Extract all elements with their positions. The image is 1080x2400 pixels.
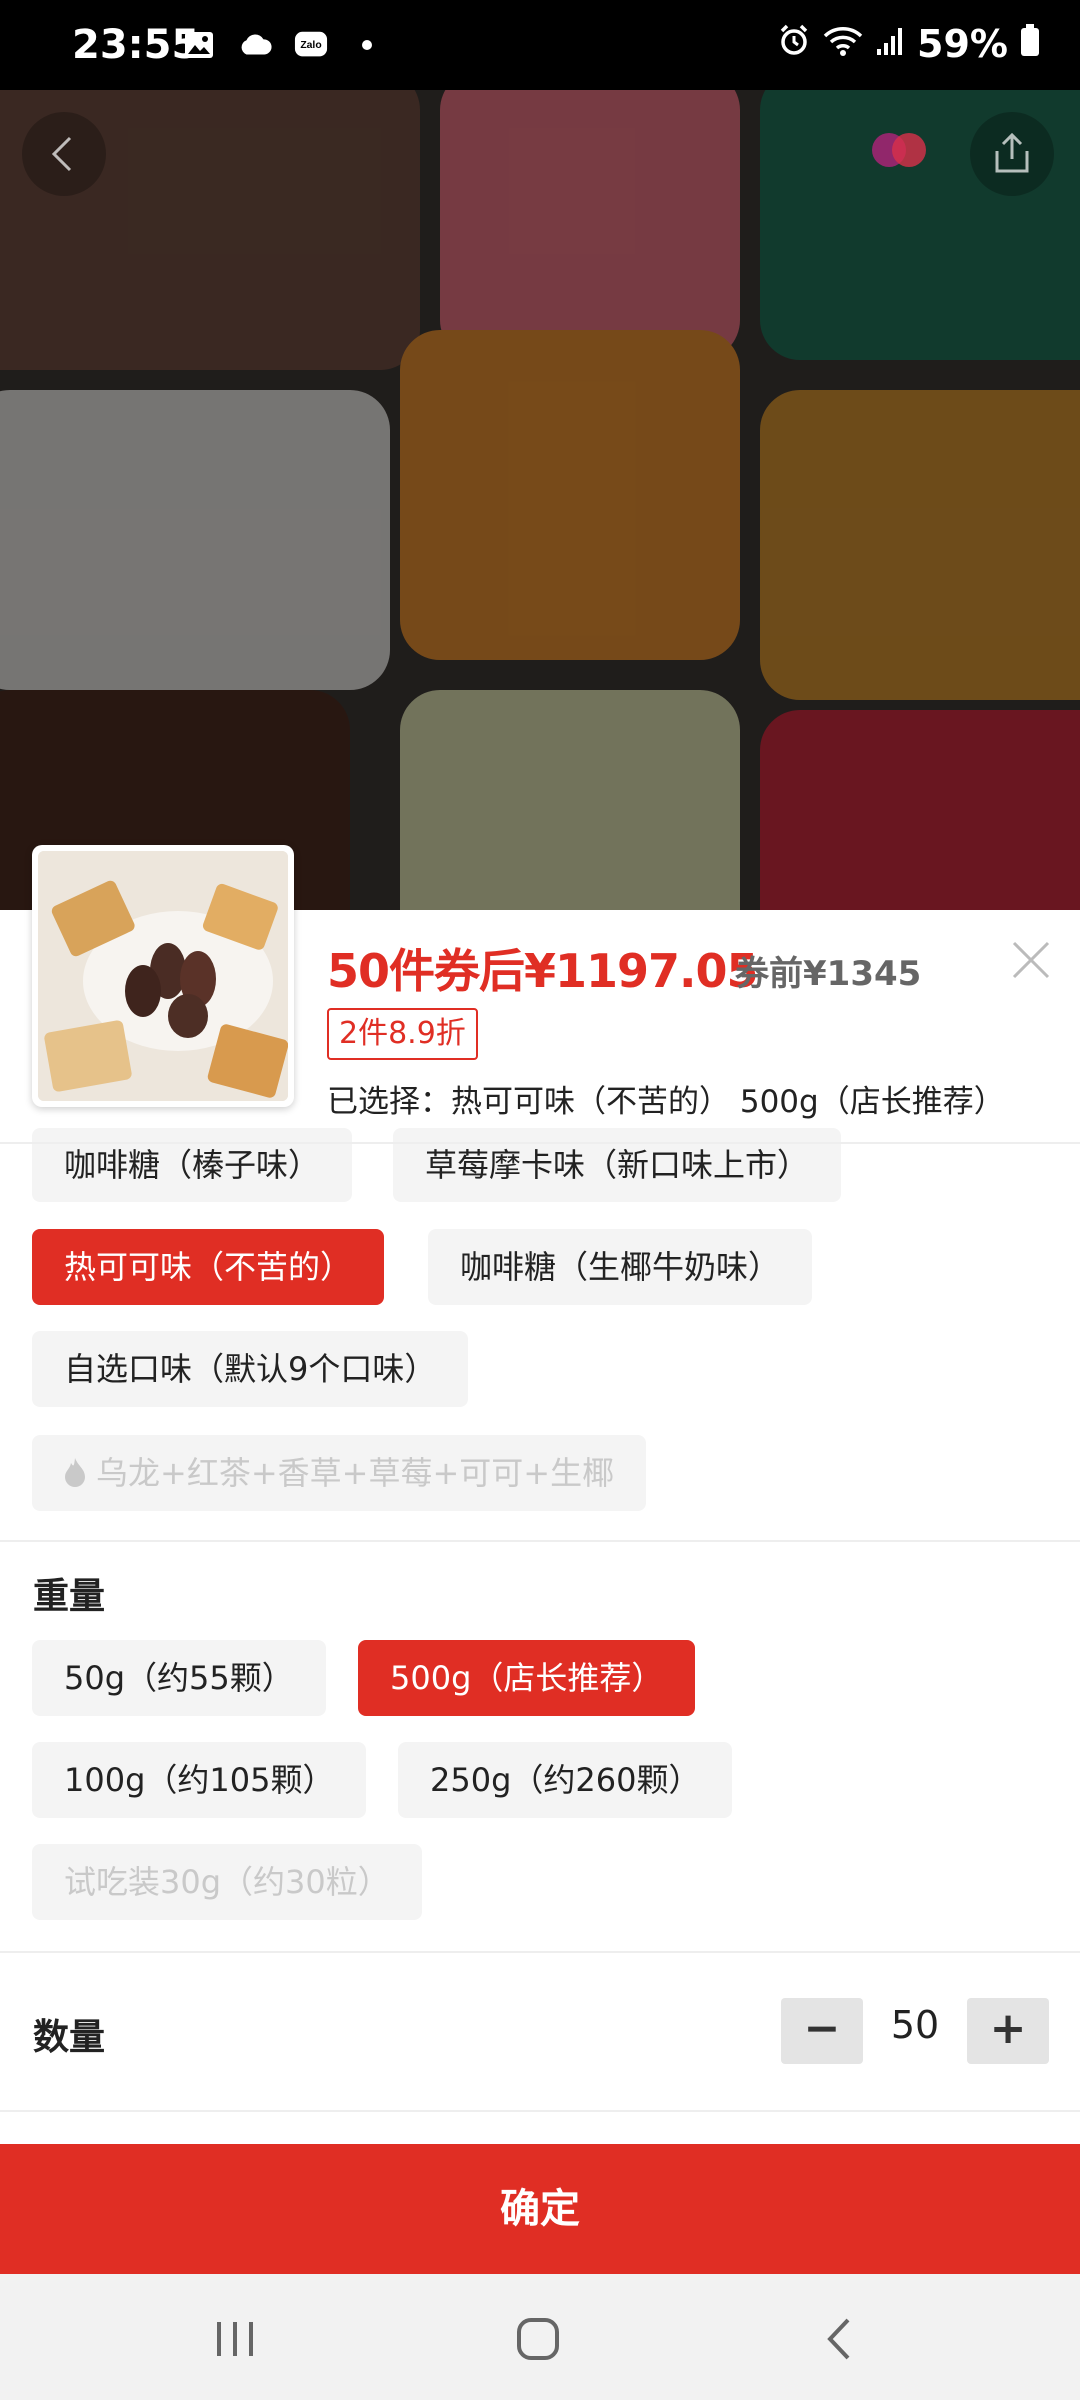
recent-apps-button[interactable] xyxy=(205,2314,265,2364)
back-icon xyxy=(827,2318,850,2360)
share-icon xyxy=(995,132,1029,173)
weight-option-50g[interactable]: 50g（约55颗） xyxy=(32,1640,326,1716)
product-thumbnail xyxy=(32,845,294,1107)
weight-option-100g[interactable]: 100g（约105颗） xyxy=(32,1742,367,1818)
chevron-left-icon xyxy=(51,136,72,172)
weight-option-trial-30g[interactable]: 试吃装30g（约30粒） xyxy=(32,1844,422,1920)
quantity-value[interactable]: 50 xyxy=(870,2003,960,2047)
close-icon xyxy=(1012,941,1050,979)
promo-tag: 2件8.9折 xyxy=(327,1008,478,1060)
close-button[interactable] xyxy=(1006,935,1056,985)
flavor-option-mixed[interactable]: 乌龙+红茶+香草+草莓+可可+生椰 xyxy=(32,1435,647,1511)
divider xyxy=(0,2110,1080,2112)
gallery-icon xyxy=(182,30,216,60)
signal-icon xyxy=(875,22,905,66)
home-icon xyxy=(517,2318,559,2360)
cloud-icon xyxy=(238,30,272,60)
flavor-option-mixed-label: 乌龙+红茶+香草+草莓+可可+生椰 xyxy=(96,1454,615,1492)
flavor-option-hazelnut[interactable]: 咖啡糖（榛子味） xyxy=(32,1128,353,1202)
quantity-title: 数量 xyxy=(33,2017,106,2058)
divider xyxy=(0,1540,1080,1542)
status-bar: 23:55 Zalo 59% xyxy=(0,0,1080,90)
flavor-option-strawberry-mocha[interactable]: 草莓摩卡味（新口味上市） xyxy=(393,1128,842,1202)
selected-summary: 已选择：热可可味（不苦的） 500g（店长推荐） xyxy=(327,1084,1005,1120)
divider xyxy=(0,1951,1080,1953)
system-nav-bar xyxy=(0,2274,1080,2400)
dot-icon xyxy=(350,30,384,60)
status-icons-right: 59% xyxy=(777,22,1040,66)
confirm-button[interactable]: 确定 xyxy=(0,2144,1080,2274)
header-bottom-edge xyxy=(0,1142,1080,1144)
product-hero-image xyxy=(0,90,1080,910)
weight-title: 重量 xyxy=(33,1576,106,1617)
zalo-icon: Zalo xyxy=(294,30,328,60)
flame-icon xyxy=(65,1458,85,1487)
status-icons-left: Zalo xyxy=(182,30,384,60)
weight-option-500g[interactable]: 500g（店长推荐） xyxy=(358,1640,696,1716)
wifi-icon xyxy=(823,22,863,66)
battery-icon xyxy=(1020,22,1040,66)
avatar-badge xyxy=(865,130,935,170)
svg-text:Zalo: Zalo xyxy=(300,40,321,51)
alarm-icon xyxy=(777,22,811,66)
share-button[interactable] xyxy=(970,112,1054,196)
home-button[interactable] xyxy=(508,2314,568,2364)
back-button[interactable] xyxy=(22,112,106,196)
flavor-option-custom[interactable]: 自选口味（默认9个口味） xyxy=(32,1331,469,1407)
price-after-coupon: 50件券后¥1197.05 xyxy=(327,944,759,998)
quantity-plus-button[interactable]: + xyxy=(967,1998,1049,2064)
recent-apps-icon xyxy=(217,2322,253,2356)
battery-percent: 59% xyxy=(917,22,1008,66)
quantity-minus-button[interactable]: − xyxy=(781,1998,863,2064)
flavor-option-hot-cocoa[interactable]: 热可可味（不苦的） xyxy=(32,1229,385,1305)
flavor-option-coconut-milk[interactable]: 咖啡糖（生椰牛奶味） xyxy=(428,1229,813,1305)
back-nav-button[interactable] xyxy=(810,2314,870,2364)
weight-option-250g[interactable]: 250g（约260颗） xyxy=(398,1742,733,1818)
price-before-coupon: 券前¥1345 xyxy=(735,954,922,994)
status-time: 23:55 xyxy=(72,22,200,68)
